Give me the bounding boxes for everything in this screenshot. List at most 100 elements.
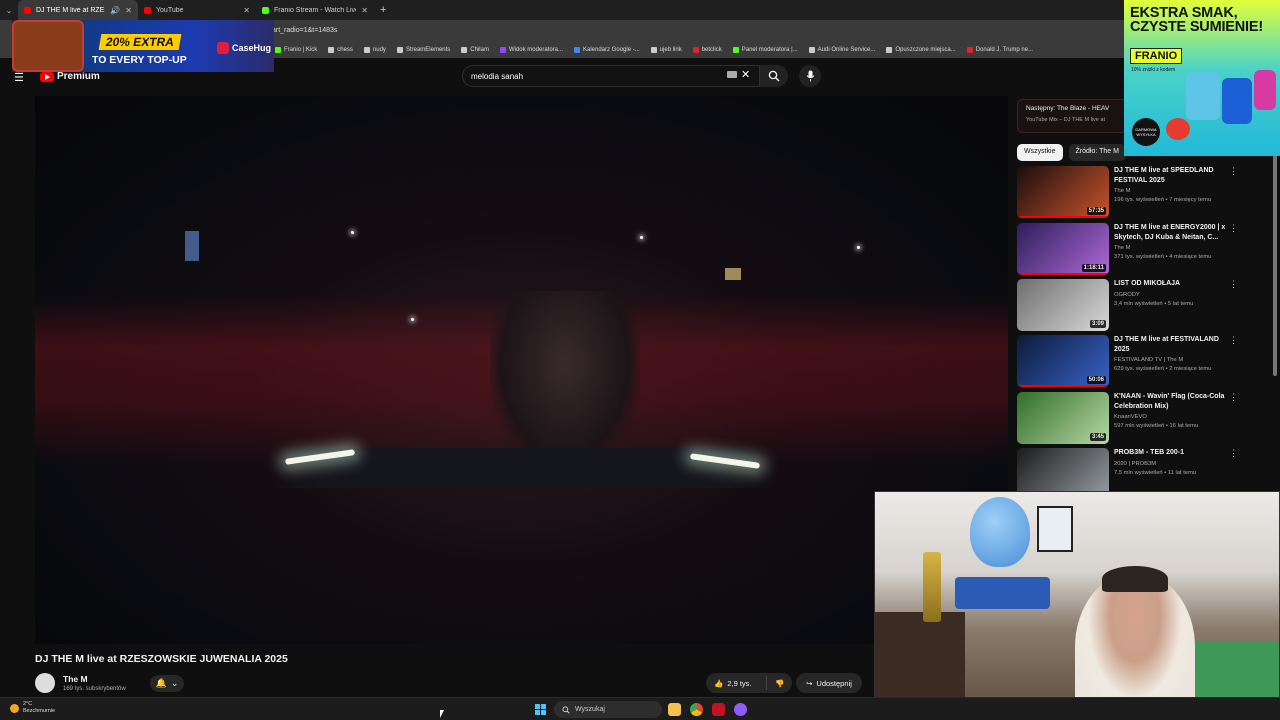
video-stats: 7,5 mln wyświetleń • 11 lat temu (1114, 469, 1197, 476)
new-tab-button[interactable]: + (380, 4, 386, 16)
tab-youtube[interactable]: YouTube ✕ (138, 0, 256, 20)
weather-icon (10, 703, 19, 713)
tab-search-menu-icon[interactable]: ⌄ (0, 6, 18, 15)
more-options-icon[interactable]: ⋮ (1229, 166, 1238, 177)
more-options-icon[interactable]: ⋮ (1229, 279, 1238, 290)
video-player[interactable] (35, 96, 1008, 644)
chip-all[interactable]: Wszystkie (1017, 144, 1063, 161)
share-button[interactable]: ↪ Udostępnij (796, 673, 862, 693)
bookmark-item[interactable]: Kalendarz Google -... (574, 47, 640, 53)
weather-temp: 2°C (23, 701, 33, 707)
bookmark-item[interactable]: nudy (363, 47, 386, 53)
recommended-video[interactable]: 3:45 K'NAAN - Wavin' Flag (Coca-Cola Cele… (1017, 392, 1247, 444)
video-title: DJ THE M live at FESTIVALAND 2025 (1114, 336, 1219, 353)
bookmark-label: Panel moderatora |... (741, 47, 798, 53)
tab-dj-the-m[interactable]: DJ THE M live at RZESZOW 🔊 ✕ (18, 0, 138, 20)
like-dislike-group: 👍 2,9 tys. 👎 (706, 673, 792, 693)
video-thumbnail[interactable]: 3:45 (1017, 392, 1109, 444)
video-title: PROB3M - TEB 200-1 (1114, 449, 1185, 456)
bookmark-label: Audi Online Service... (817, 47, 876, 53)
bookmark-label: Chilam (470, 47, 489, 53)
video-thumbnail[interactable]: 1:18:11 (1017, 223, 1109, 275)
channel-name[interactable]: KnaanVEVO (1114, 414, 1232, 420)
youtube-play-icon (40, 71, 54, 82)
voice-search-button[interactable] (799, 65, 821, 87)
channel-name[interactable]: The M (63, 674, 88, 684)
bookmark-label: StreamElements (405, 47, 451, 53)
more-options-icon[interactable]: ⋮ (1229, 335, 1238, 346)
bookmark-item[interactable]: Widok moderatora... (499, 47, 563, 53)
recommended-video[interactable]: 57:35 DJ THE M live at SPEEDLAND FESTIVAL… (1017, 166, 1247, 218)
recommended-video[interactable]: 1:18:11 DJ THE M live at ENERGY2000 | x S… (1017, 223, 1247, 275)
video-thumbnail[interactable]: 3:09 (1017, 279, 1109, 331)
kick-icon (262, 6, 269, 14)
more-options-icon[interactable]: ⋮ (1229, 223, 1238, 234)
filter-chips: Wszystkie Źródło: The M (1017, 144, 1126, 161)
menu-icon[interactable]: ☰ (14, 71, 24, 84)
cam-trophy (923, 552, 941, 622)
youtube-icon (24, 6, 31, 14)
weather-widget[interactable]: 2°C Bezchmurnie (10, 701, 55, 715)
channel-name[interactable]: OGRODY (1114, 292, 1232, 298)
keyboard-icon[interactable] (727, 71, 737, 78)
chip-source[interactable]: Źródło: The M (1068, 144, 1126, 161)
ad-percent: 20% EXTRA (98, 34, 182, 50)
like-button[interactable]: 👍 2,9 tys. (706, 679, 766, 688)
discord-icon[interactable] (734, 703, 747, 716)
channel-name[interactable]: The M (1114, 188, 1232, 194)
notifications-button[interactable]: 🔔 ⌄ (150, 675, 184, 692)
app-icon[interactable] (712, 703, 725, 716)
bookmark-item[interactable]: Panel moderatora |... (732, 47, 798, 53)
bookmark-item[interactable]: Audi Online Service... (808, 47, 876, 53)
file-explorer-icon[interactable] (668, 703, 681, 716)
video-screen-light (185, 231, 199, 261)
bookmark-icon (574, 47, 580, 53)
tab-franio-stream[interactable]: Franio Stream - Watch Live on ✕ (256, 0, 374, 20)
close-tab-icon[interactable]: ✕ (361, 6, 368, 15)
bookmark-item[interactable]: Franio | Kick (275, 47, 317, 53)
bookmark-item[interactable]: StreamElements (396, 47, 451, 53)
bookmark-icon (650, 47, 657, 53)
channel-name[interactable]: The M (1114, 245, 1232, 251)
up-next-banner[interactable]: Następny: The Blaze - HEAV YouTube Mix –… (1017, 99, 1127, 133)
more-options-icon[interactable]: ⋮ (1229, 392, 1238, 403)
url-text[interactable]: art_radio=1&t=1483s (272, 27, 337, 34)
search-button[interactable] (760, 65, 788, 87)
bookmark-item[interactable]: Chilam (461, 47, 489, 53)
bookmark-item[interactable]: Donald J. Trump ne... (966, 47, 1033, 53)
youtube-logo[interactable]: Premium (40, 71, 100, 82)
clear-search-icon[interactable]: ✕ (741, 68, 750, 81)
bookmark-icon (499, 47, 506, 53)
channel-name[interactable]: FESTIVALAND TV | The M (1114, 357, 1232, 363)
taskbar-search[interactable]: Wyszukaj (554, 701, 662, 718)
speaker-icon[interactable]: 🔊 (110, 6, 120, 15)
sidebar-scrollbar[interactable] (1273, 150, 1277, 376)
weather-desc: Bezchmurnie (23, 708, 56, 714)
chrome-icon[interactable] (690, 703, 703, 716)
casehug-logo: CaseHug (217, 42, 271, 54)
cam-battle-bus (955, 577, 1050, 609)
close-tab-icon[interactable]: ✕ (125, 6, 132, 15)
bookmark-item[interactable]: ujeb link (650, 47, 682, 53)
channel-avatar[interactable] (35, 673, 55, 693)
close-tab-icon[interactable]: ✕ (243, 6, 250, 15)
casehug-ad[interactable]: 20% EXTRA TO EVERY TOP-UP CaseHug (12, 20, 274, 72)
bookmark-item[interactable]: Opuszczone miejsca... (886, 47, 956, 53)
channel-name[interactable]: 2020 | PROB3M (1114, 461, 1232, 467)
recommended-video[interactable]: 50:06 DJ THE M live at FESTIVALAND 2025 FE… (1017, 335, 1247, 387)
dislike-button[interactable]: 👎 (766, 676, 784, 690)
video-thumbnail[interactable]: 57:35 (1017, 166, 1109, 218)
search-input[interactable]: melodia sanah (462, 65, 760, 87)
bookmark-icon (461, 47, 468, 53)
casehug-cube-icon (217, 42, 229, 54)
windows-start-icon[interactable] (535, 704, 546, 715)
bookmark-item[interactable]: chess (328, 47, 353, 53)
recommended-video[interactable]: 3:09 LIST OD MIKOŁAJA OGRODY 3,4 mln wyświe… (1017, 279, 1247, 331)
bookmark-label: Opuszczone miejsca... (895, 47, 956, 53)
bookmark-label: Widok moderatora... (508, 47, 563, 53)
bookmark-item[interactable]: betclick (692, 47, 722, 53)
video-thumbnail[interactable]: 50:06 (1017, 335, 1109, 387)
more-options-icon[interactable]: ⋮ (1229, 448, 1238, 459)
windows-taskbar: 2°C Bezchmurnie Wyszukaj (0, 697, 1280, 720)
franio-ad[interactable]: EKSTRA SMAK, CZYSTE SUMIENIE! FRANIO 10% … (1124, 0, 1280, 156)
